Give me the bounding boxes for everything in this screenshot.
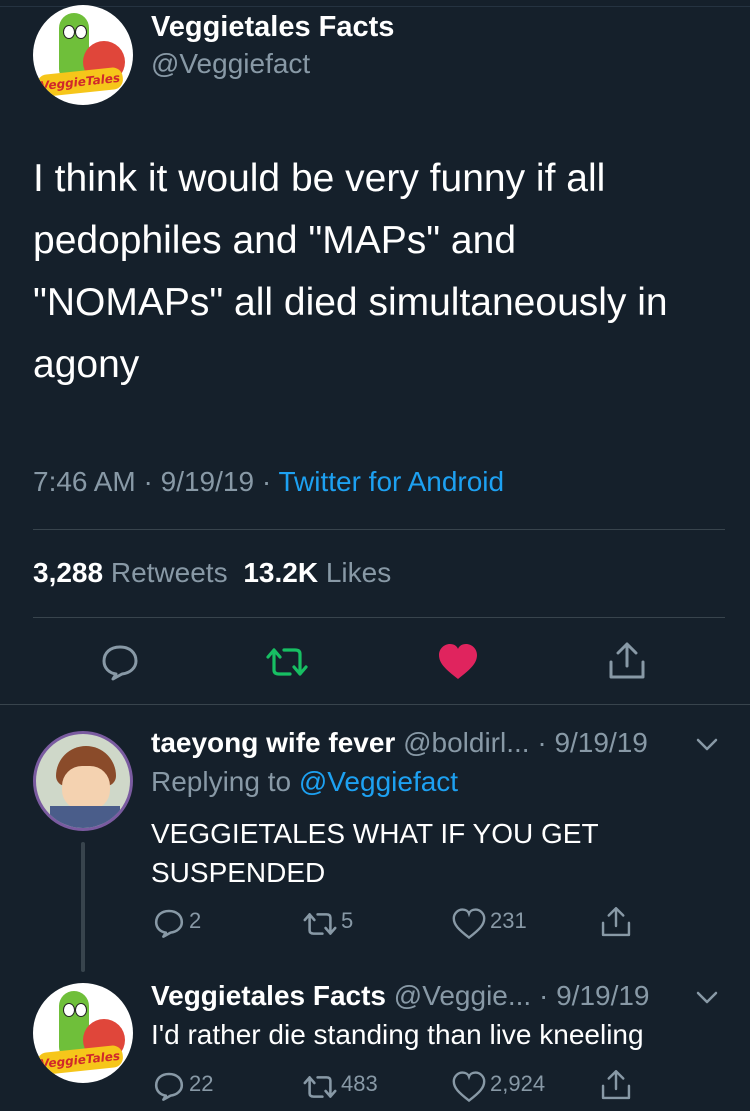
replying-to: Replying to @Veggiefact <box>151 766 458 798</box>
likes-count: 13.2K <box>243 557 319 588</box>
tweet-source-link[interactable]: Twitter for Android <box>278 466 504 497</box>
tweet-time: 7:46 AM <box>33 466 136 497</box>
reply-date: · 9/19/19 <box>538 980 650 1011</box>
tweet-text-line: agony <box>33 343 140 386</box>
author-handle[interactable]: @Veggiefact <box>151 48 310 80</box>
reply-header: taeyong wife fever @boldirl... · 9/19/19 <box>151 727 648 759</box>
divider <box>0 704 750 705</box>
reply-avatar[interactable] <box>33 731 133 831</box>
retweet-icon[interactable] <box>264 642 310 682</box>
face-shape <box>62 766 110 810</box>
reply-text-line: I'd rather die standing than live kneeli… <box>151 1019 644 1050</box>
reply-icon[interactable] <box>153 907 185 939</box>
retweets-stat[interactable]: 3,288 Retweets <box>33 557 235 588</box>
tweet-date: 9/19/19 <box>160 466 255 497</box>
retweet-icon[interactable] <box>301 908 339 940</box>
like-count: 2,924 <box>490 1071 546 1096</box>
eye <box>63 25 75 39</box>
separator: · <box>261 466 272 497</box>
reply-text: VEGGIETALES WHAT IF YOU GET SUSPENDED <box>151 814 599 892</box>
top-edge <box>0 0 750 7</box>
divider <box>33 617 725 618</box>
reply-icon[interactable] <box>153 1070 185 1102</box>
reply-author-handle[interactable]: @boldirl... <box>403 727 529 758</box>
tweet-text-line: "NOMAPs" all died simultaneously in <box>33 281 668 324</box>
replying-prefix: Replying to <box>151 766 292 797</box>
tweet-text: I think it would be very funny if all pe… <box>33 148 733 396</box>
likes-stat[interactable]: 13.2K Likes <box>243 557 391 588</box>
retweet-icon[interactable] <box>301 1071 339 1103</box>
reply-count: 22 <box>189 1071 214 1096</box>
stats-row: 3,288 Retweets 13.2K Likes <box>33 557 391 589</box>
share-icon[interactable] <box>599 905 633 939</box>
avatar-logo-text: VeggieTales <box>36 1044 124 1076</box>
share-icon[interactable] <box>599 1068 633 1102</box>
reply-avatar[interactable]: VeggieTales <box>33 983 133 1083</box>
retweet-count: 483 <box>341 1071 378 1096</box>
retweets-count: 3,288 <box>33 557 104 588</box>
eye <box>75 1003 87 1017</box>
reply-text: I'd rather die standing than live kneeli… <box>151 1019 644 1051</box>
tweet-text-line: I think it would be very funny if all <box>33 157 606 200</box>
retweet-count: 5 <box>341 908 354 933</box>
replying-handle-link[interactable]: @Veggiefact <box>299 766 458 797</box>
author-name[interactable]: Veggietales Facts <box>151 11 394 44</box>
heart-icon[interactable] <box>437 642 479 682</box>
heart-icon[interactable] <box>452 908 486 940</box>
share-icon[interactable] <box>606 640 648 682</box>
reply-author-name[interactable]: Veggietales Facts <box>151 980 386 1011</box>
reply-author-handle[interactable]: @Veggie... <box>394 980 531 1011</box>
chevron-down-icon[interactable] <box>695 737 719 753</box>
reply-icon[interactable] <box>100 642 140 682</box>
shirt-shape <box>50 806 120 828</box>
eye <box>75 25 87 39</box>
eye <box>63 1003 75 1017</box>
reply-text-line: SUSPENDED <box>151 857 326 888</box>
tweet-text-line: pedophiles and "MAPs" and <box>33 219 517 262</box>
reply-date: · 9/19/19 <box>537 727 648 758</box>
chevron-down-icon[interactable] <box>695 990 719 1006</box>
avatar-logo-text: VeggieTales <box>36 66 124 98</box>
like-count: 231 <box>490 908 527 933</box>
reply-text-line: VEGGIETALES WHAT IF YOU GET <box>151 818 599 849</box>
reply-header: Veggietales Facts @Veggie... · 9/19/19 <box>151 980 650 1012</box>
retweets-label: Retweets <box>110 557 228 588</box>
timestamp-row: 7:46 AM · 9/19/19 · Twitter for Android <box>33 466 504 498</box>
likes-label: Likes <box>325 557 392 588</box>
divider <box>33 529 725 530</box>
reply-author-name[interactable]: taeyong wife fever <box>151 727 395 758</box>
reply-count: 2 <box>189 908 202 933</box>
thread-line <box>81 842 85 972</box>
separator: · <box>143 466 153 497</box>
author-avatar[interactable]: VeggieTales <box>33 5 133 105</box>
heart-icon[interactable] <box>452 1071 486 1103</box>
